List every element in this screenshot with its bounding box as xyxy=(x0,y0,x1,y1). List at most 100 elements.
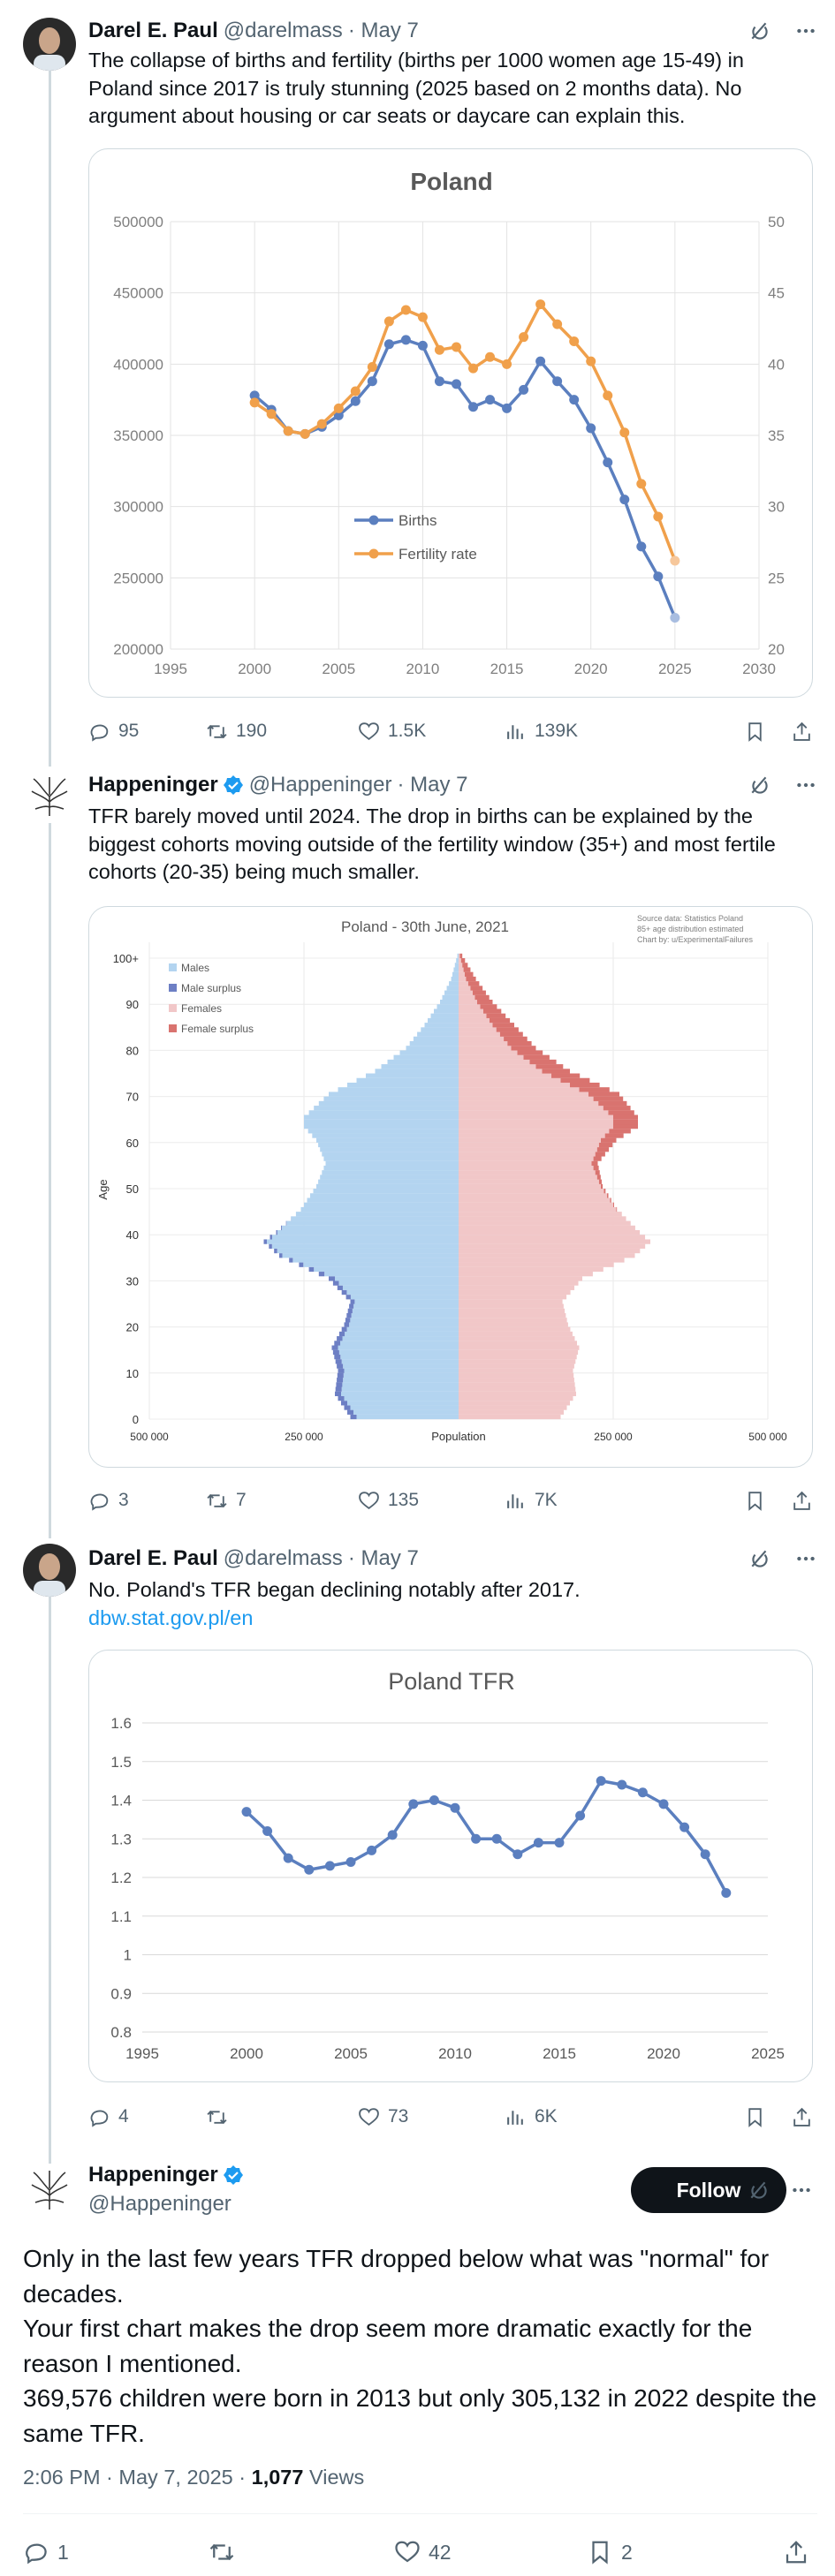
like-button[interactable]: 135 xyxy=(358,1490,505,1512)
more-icon[interactable] xyxy=(794,1547,817,1570)
male-surplus-bar xyxy=(341,1401,347,1406)
bookmark-button[interactable] xyxy=(744,721,766,743)
male-bar xyxy=(277,1248,459,1254)
legend-label: Females xyxy=(181,1002,222,1015)
post-date[interactable]: · May 7 xyxy=(348,19,419,43)
male-bar xyxy=(308,1110,459,1115)
views-button[interactable]: 7K xyxy=(505,1490,628,1512)
male-bar xyxy=(324,1271,459,1277)
reply-button[interactable]: 1 xyxy=(23,2539,209,2565)
repost-button[interactable] xyxy=(209,2539,394,2565)
avatar[interactable] xyxy=(23,770,76,823)
female-bar xyxy=(459,1008,483,1014)
female-bar xyxy=(459,1271,593,1277)
female-surplus-bar xyxy=(467,981,480,986)
female-bar xyxy=(459,1349,579,1356)
repost-icon xyxy=(207,1493,227,1507)
more-icon[interactable] xyxy=(794,774,817,797)
reply-button[interactable]: 95 xyxy=(88,721,206,743)
reply-button[interactable]: 3 xyxy=(88,1490,206,1512)
bookmark-button[interactable] xyxy=(744,2106,766,2128)
author-name[interactable]: Darel E. Paul xyxy=(88,19,218,43)
post-date[interactable]: · May 7 xyxy=(348,1546,419,1571)
male-bar xyxy=(313,1189,459,1194)
male-bar xyxy=(353,1409,459,1415)
bookmark-button[interactable] xyxy=(744,1490,766,1512)
male-bar xyxy=(310,1193,459,1198)
female-surplus-bar xyxy=(616,1206,618,1212)
female-bar xyxy=(459,1372,574,1379)
share-icon xyxy=(793,721,810,741)
male-bar xyxy=(323,1096,459,1101)
female-bar xyxy=(459,1017,490,1024)
share-button[interactable] xyxy=(791,721,813,743)
more-icon[interactable] xyxy=(790,2179,813,2202)
data-point xyxy=(434,344,444,355)
female-bar xyxy=(459,1341,577,1346)
share-button[interactable] xyxy=(783,2539,809,2565)
like-button[interactable]: 42 xyxy=(394,2539,587,2565)
share-button[interactable] xyxy=(791,1490,813,1512)
verified-badge-icon xyxy=(223,2165,243,2185)
author-handle[interactable]: @Happeninger xyxy=(249,773,392,797)
female-bar xyxy=(459,1059,530,1065)
data-point xyxy=(283,1853,293,1863)
age-tick-label: 0 xyxy=(133,1413,139,1426)
post-link[interactable]: dbw.stat.gov.pl/en xyxy=(88,1605,803,1633)
x-tick-label: 2005 xyxy=(334,2045,368,2062)
female-bar xyxy=(459,963,463,968)
male-bar xyxy=(387,1059,459,1065)
like-count: 135 xyxy=(388,1490,420,1510)
author-name[interactable]: Happeninger xyxy=(88,2163,218,2187)
male-surplus-bar xyxy=(338,1395,345,1401)
male-surplus-bar xyxy=(350,1299,355,1304)
author-name[interactable]: Happeninger xyxy=(88,773,218,797)
female-bar xyxy=(459,1013,487,1018)
grok-icon[interactable] xyxy=(748,774,771,797)
bookmark-button[interactable]: 2 xyxy=(587,2539,763,2565)
female-surplus-bar xyxy=(483,1008,502,1014)
male-surplus-bar xyxy=(274,1248,277,1254)
male-surplus-bar xyxy=(338,1331,345,1337)
author-handle[interactable]: @darelmass xyxy=(224,19,343,43)
data-point xyxy=(552,319,563,329)
male-bar xyxy=(444,990,459,995)
grok-icon[interactable] xyxy=(748,1547,771,1570)
reply-button[interactable]: 4 xyxy=(88,2106,206,2128)
author-handle[interactable]: @darelmass xyxy=(224,1546,343,1571)
series-line xyxy=(245,1779,728,1894)
male-bar xyxy=(338,1087,459,1092)
female-bar xyxy=(459,1266,603,1273)
views-button[interactable]: 139K xyxy=(505,721,628,743)
male-bar xyxy=(314,1106,459,1111)
author-name[interactable]: Darel E. Paul xyxy=(88,1546,218,1571)
repost-button[interactable]: 7 xyxy=(206,1490,358,1512)
chart-card-births-fertility[interactable]: Poland 200000 250000 300000 350000 400000 4500… xyxy=(88,148,813,698)
grok-icon[interactable] xyxy=(748,19,771,42)
share-icon xyxy=(793,1491,810,1510)
female-surplus-bar xyxy=(465,971,474,977)
post-time[interactable]: 2:06 PM · May 7, 2025 · xyxy=(23,2466,246,2489)
like-button[interactable]: 1.5K xyxy=(358,721,505,743)
avatar[interactable] xyxy=(23,2164,76,2217)
repost-button[interactable] xyxy=(206,2106,358,2128)
like-button[interactable]: 73 xyxy=(358,2106,505,2128)
author-handle[interactable]: @Happeninger xyxy=(88,2192,232,2217)
more-icon[interactable] xyxy=(794,19,817,42)
male-surplus-bar xyxy=(263,1239,267,1244)
post-timestamp[interactable]: 2:06 PM · May 7, 2025 · 1,077 Views xyxy=(23,2466,364,2489)
grok-icon[interactable] xyxy=(748,2179,770,2202)
female-bar xyxy=(459,1160,592,1166)
chart-card-population-pyramid[interactable]: Poland - 30th June, 2021 Source data: Sta… xyxy=(88,906,813,1468)
avatar[interactable] xyxy=(23,1544,76,1597)
male-surplus-bar xyxy=(341,1289,347,1296)
repost-button[interactable]: 190 xyxy=(206,721,358,743)
chart-card-tfr[interactable]: Poland TFR 0.8 0.9 1 1.1 1.2 1.3 1.4 1.5 1.6 1995 2… xyxy=(88,1650,813,2082)
avatar[interactable] xyxy=(23,18,76,71)
male-surplus-bar xyxy=(329,1276,335,1281)
female-bar xyxy=(459,1395,573,1401)
male-bar xyxy=(323,1156,459,1161)
post-date[interactable]: · May 7 xyxy=(398,773,468,797)
share-button[interactable] xyxy=(791,2106,813,2128)
views-button[interactable]: 6K xyxy=(505,2106,628,2128)
